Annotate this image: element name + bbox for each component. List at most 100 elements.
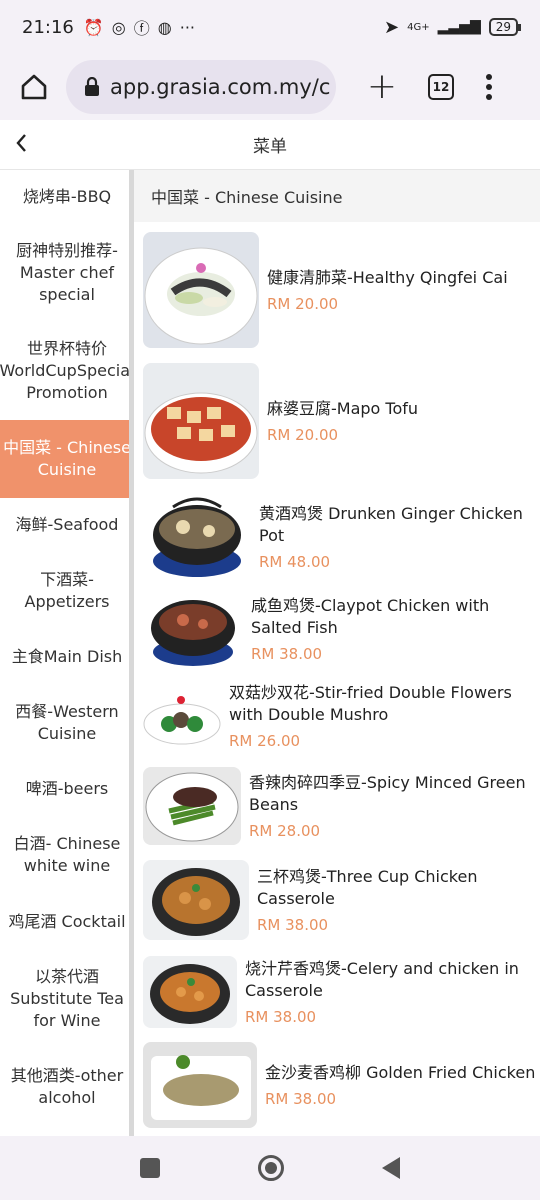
alarm-icon: ⏰ (83, 17, 104, 37)
item-info: 双菇炒双花-Stir-fried Double Flowers with Dou… (229, 682, 540, 750)
page-header: 菜单 (0, 120, 540, 170)
dish-image (143, 363, 259, 479)
category-master-chef[interactable]: 厨神特别推荐-Master chef special (0, 224, 134, 321)
instagram-icon: ◎ (111, 17, 126, 37)
item-name: 金沙麦香鸡柳 Golden Fried Chicken (265, 1063, 536, 1082)
category-main-dish[interactable]: 主食Main Dish (0, 630, 134, 684)
item-name: 三杯鸡煲-Three Cup Chicken Casserole (257, 867, 478, 908)
item-info: 麻婆豆腐-Mapo Tofu RM 20.00 (267, 398, 418, 444)
home-nav-button[interactable] (258, 1155, 284, 1181)
signal-icon: ▂▃▅▇ (437, 19, 481, 35)
category-label: 白酒- Chinese white wine (13, 834, 121, 875)
recent-apps-button[interactable] (140, 1158, 160, 1178)
item-name: 香辣肉碎四季豆-Spicy Minced Green Beans (249, 773, 526, 814)
tab-switcher-button[interactable]: 12 (428, 74, 454, 100)
home-button[interactable] (12, 65, 56, 109)
new-tab-button[interactable]: + (362, 67, 402, 107)
menu-dot (486, 84, 492, 90)
menu-item[interactable]: 三杯鸡煲-Three Cup Chicken Casserole RM 38.0… (143, 860, 540, 940)
status-time: 21:16 (22, 16, 74, 38)
section-title: 中国菜 - Chinese Cuisine (134, 170, 540, 222)
menu-item[interactable]: 双菇炒双花-Stir-fried Double Flowers with Dou… (143, 682, 540, 750)
item-name: 健康清肺菜-Healthy Qingfei Cai (267, 268, 508, 287)
category-label: 西餐-Western Cuisine (15, 702, 119, 743)
item-price: RM 20.00 (267, 295, 339, 313)
category-label: 鸡尾酒 Cocktail (8, 911, 126, 931)
category-bbq[interactable]: 烧烤串-BBQ (0, 170, 134, 224)
more-icon: ··· (179, 17, 196, 37)
lock-icon (85, 77, 99, 96)
category-appetizers[interactable]: 下酒菜-Appetizers (0, 552, 134, 630)
item-price: RM 48.00 (259, 553, 331, 571)
item-price: RM 38.00 (265, 1090, 337, 1108)
dish-image (143, 767, 241, 845)
menu-item[interactable]: 黄酒鸡煲 Drunken Ginger Chicken Pot RM 48.00 (143, 495, 540, 579)
browser-toolbar: app.grasia.com.my/c + 12 (0, 54, 540, 120)
chevron-left-icon (16, 134, 26, 152)
category-chinese-cuisine[interactable]: 中国菜 - Chinese Cuisine (0, 420, 134, 498)
item-price: RM 20.00 (267, 426, 339, 444)
category-white-wine[interactable]: 白酒- Chinese white wine (0, 816, 134, 894)
menu-dot (486, 94, 492, 100)
category-worldcup[interactable]: 世界杯特价 WorldCupSpecial Promotion (0, 321, 134, 420)
browser-menu-button[interactable] (486, 74, 492, 100)
item-price: RM 38.00 (251, 645, 323, 663)
item-price: RM 38.00 (245, 1008, 317, 1026)
item-info: 金沙麦香鸡柳 Golden Fried Chicken RM 38.00 (265, 1062, 535, 1108)
dish-image (143, 495, 251, 579)
item-name: 麻婆豆腐-Mapo Tofu (267, 399, 419, 418)
category-label: 下酒菜-Appetizers (24, 570, 110, 611)
category-label: 海鲜-Seafood (15, 515, 119, 534)
home-icon (21, 74, 47, 100)
dish-image (143, 686, 221, 746)
back-button[interactable] (14, 132, 28, 160)
menu-item[interactable]: 健康清肺菜-Healthy Qingfei Cai RM 20.00 (143, 232, 508, 348)
menu-content: 中国菜 - Chinese Cuisine 健康清肺菜-Healthy Qing… (134, 170, 540, 1136)
category-beers[interactable]: 啤酒-beers (0, 762, 134, 816)
category-seafood[interactable]: 海鲜-Seafood (0, 498, 134, 552)
status-bar: 21:16 ⏰ ◎ ⓕ ◍ ··· ➤ 4G+ ▂▃▅▇ 29 (0, 0, 540, 54)
category-label: 主食Main Dish (11, 647, 123, 666)
menu-item[interactable]: 金沙麦香鸡柳 Golden Fried Chicken RM 38.00 (143, 1042, 535, 1128)
address-bar[interactable]: app.grasia.com.my/c (66, 60, 336, 114)
category-label: 啤酒-beers (25, 779, 109, 798)
dish-image (143, 590, 243, 668)
menu-item[interactable]: 香辣肉碎四季豆-Spicy Minced Green Beans RM 28.0… (143, 767, 540, 845)
category-cocktail[interactable]: 鸡尾酒 Cocktail (0, 894, 134, 949)
category-sidebar: 烧烤串-BBQ 厨神特别推荐-Master chef special 世界杯特价… (0, 170, 134, 1136)
item-info: 咸鱼鸡煲-Claypot Chicken with Salted Fish RM… (251, 595, 540, 663)
category-label: 其他酒类-other alcohol (10, 1066, 124, 1107)
category-western[interactable]: 西餐-Western Cuisine (0, 684, 134, 762)
category-label: 以茶代酒 Substitute Tea for Wine (10, 966, 124, 1030)
back-nav-button[interactable] (382, 1157, 400, 1179)
wechat-icon: ◍ (157, 17, 172, 37)
item-info: 烧汁芹香鸡煲-Celery and chicken in Casserole R… (245, 958, 540, 1026)
dish-image (143, 860, 249, 940)
item-info: 黄酒鸡煲 Drunken Ginger Chicken Pot RM 48.00 (259, 503, 540, 571)
page-title: 菜单 (253, 137, 287, 157)
item-name: 黄酒鸡煲 Drunken Ginger Chicken Pot (259, 504, 523, 545)
menu-item[interactable]: 麻婆豆腐-Mapo Tofu RM 20.00 (143, 363, 418, 479)
category-tea[interactable]: 以茶代酒 Substitute Tea for Wine (0, 949, 134, 1048)
menu-item[interactable]: 烧汁芹香鸡煲-Celery and chicken in Casserole R… (143, 956, 540, 1028)
item-info: 三杯鸡煲-Three Cup Chicken Casserole RM 38.0… (257, 866, 540, 934)
system-nav-bar (0, 1136, 540, 1200)
item-price: RM 38.00 (257, 916, 329, 934)
dish-image (143, 232, 259, 348)
dish-image (143, 1042, 257, 1128)
facebook-icon: ⓕ (133, 19, 150, 38)
notification-icons: ⏰ ◎ ⓕ ◍ ··· (84, 15, 195, 39)
network-label: 4G+ (407, 21, 430, 33)
category-other-alcohol[interactable]: 其他酒类-other alcohol (0, 1048, 134, 1126)
category-label: 厨神特别推荐-Master chef special (16, 240, 118, 304)
battery-icon: 29 (488, 18, 522, 36)
item-info: 香辣肉碎四季豆-Spicy Minced Green Beans RM 28.0… (249, 772, 540, 840)
item-price: RM 28.00 (249, 822, 321, 840)
item-name: 双菇炒双花-Stir-fried Double Flowers with Dou… (229, 683, 512, 724)
location-icon: ➤ (384, 16, 400, 38)
menu-dot (486, 74, 492, 80)
dish-image (143, 956, 237, 1028)
plus-icon: + (366, 66, 398, 107)
menu-item[interactable]: 咸鱼鸡煲-Claypot Chicken with Salted Fish RM… (143, 590, 540, 668)
url-text: app.grasia.com.my/c (110, 75, 331, 99)
